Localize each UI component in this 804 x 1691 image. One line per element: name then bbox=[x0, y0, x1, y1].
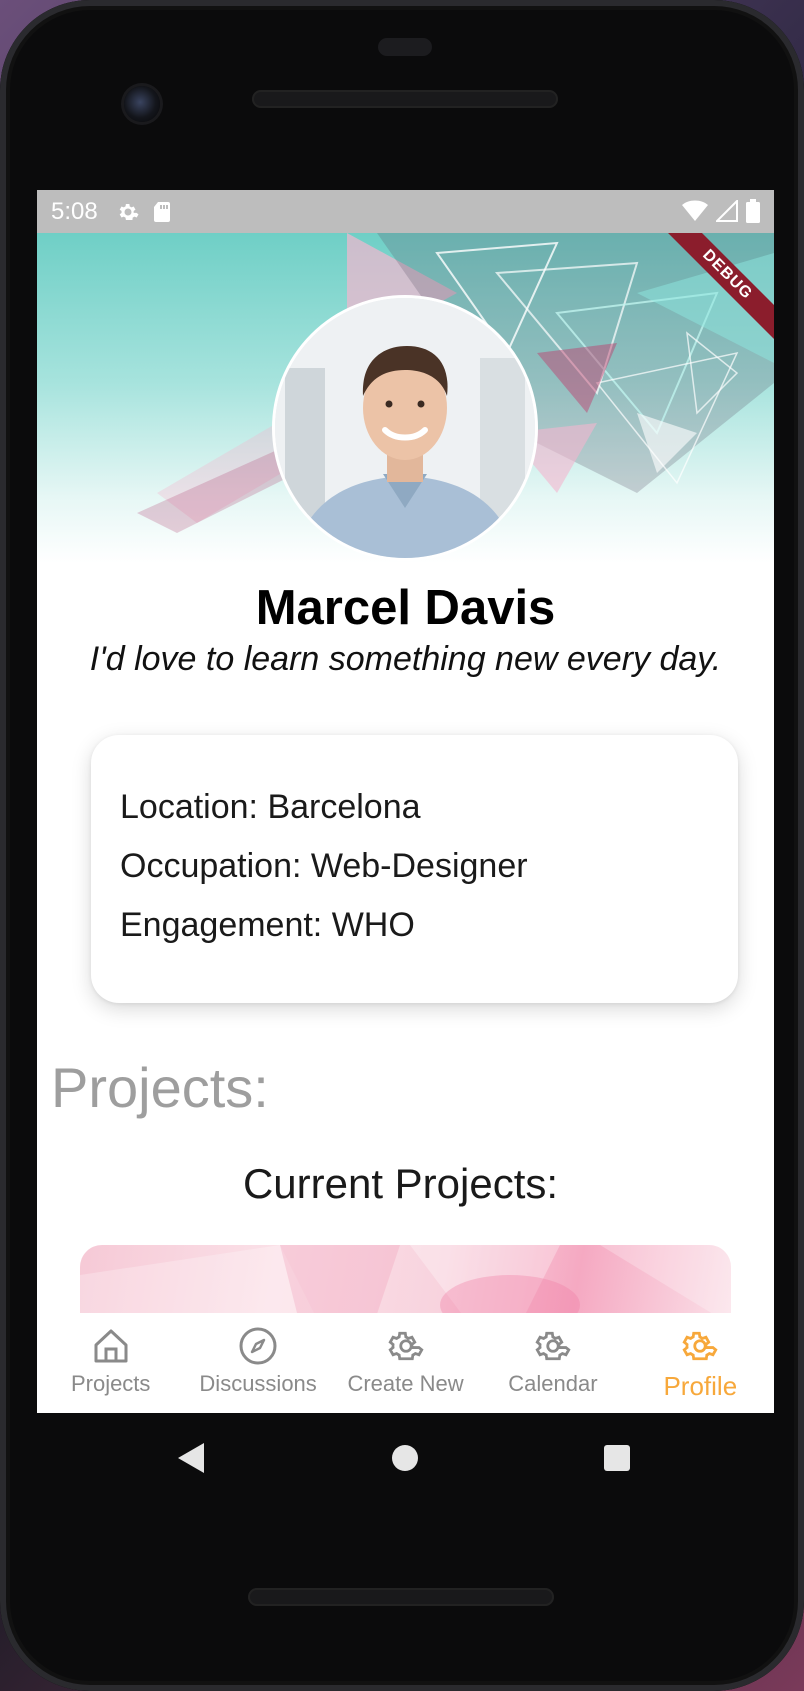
top-speaker bbox=[252, 90, 558, 108]
sd-card-icon bbox=[153, 201, 170, 222]
top-notch bbox=[378, 38, 432, 56]
compass-icon bbox=[239, 1327, 277, 1365]
battery-icon bbox=[746, 199, 760, 223]
profile-name: Marcel Davis bbox=[255, 581, 556, 635]
occupation-text: Occupation: Web-Designer bbox=[120, 847, 528, 885]
gear-icon bbox=[535, 1331, 571, 1361]
app-screen: 5:08 DEBUG Marcel Davis I'd love to lear… bbox=[37, 190, 774, 1413]
avatar bbox=[272, 295, 538, 561]
profile-tagline: I'd love to learn something new every da… bbox=[89, 640, 722, 678]
nav-projects[interactable]: Projects bbox=[37, 1313, 184, 1413]
nav-discussions[interactable]: Discussions bbox=[184, 1313, 331, 1413]
back-icon[interactable] bbox=[178, 1443, 204, 1473]
gear-icon bbox=[387, 1331, 424, 1361]
status-time: 5:08 bbox=[51, 197, 98, 225]
bottom-navigation: Projects Discussions Create New Calendar… bbox=[37, 1313, 774, 1413]
system-navigation-bar bbox=[178, 1443, 630, 1473]
projects-heading: Projects: bbox=[51, 1056, 269, 1119]
nav-calendar-label: Calendar bbox=[508, 1371, 598, 1396]
status-bar: 5:08 bbox=[37, 190, 774, 233]
nav-discussions-label: Discussions bbox=[199, 1371, 317, 1396]
nav-profile-label: Profile bbox=[663, 1371, 738, 1401]
nav-profile[interactable]: Profile bbox=[627, 1313, 774, 1413]
gear-icon bbox=[682, 1331, 718, 1361]
profile-details-card: Location: Barcelona Occupation: Web-Desi… bbox=[91, 735, 738, 1003]
home-circle-icon[interactable] bbox=[392, 1445, 418, 1471]
nav-calendar[interactable]: Calendar bbox=[479, 1313, 626, 1413]
nav-projects-label: Projects bbox=[70, 1371, 151, 1396]
nav-create-new[interactable]: Create New bbox=[332, 1313, 479, 1413]
settings-icon bbox=[119, 203, 139, 220]
nav-create-new-label: Create New bbox=[347, 1371, 464, 1396]
location-text: Location: Barcelona bbox=[120, 788, 421, 826]
recents-icon[interactable] bbox=[604, 1445, 630, 1471]
current-projects-heading: Current Projects: bbox=[242, 1160, 559, 1207]
signal-icon bbox=[716, 200, 738, 222]
bottom-speaker bbox=[248, 1588, 554, 1606]
home-icon bbox=[94, 1329, 128, 1363]
phone-frame: 5:08 DEBUG Marcel Davis I'd love to lear… bbox=[0, 0, 804, 1691]
wifi-icon bbox=[682, 200, 708, 221]
engagement-text: Engagement: WHO bbox=[120, 906, 415, 944]
avatar-photo bbox=[275, 298, 535, 558]
front-camera bbox=[124, 86, 160, 122]
